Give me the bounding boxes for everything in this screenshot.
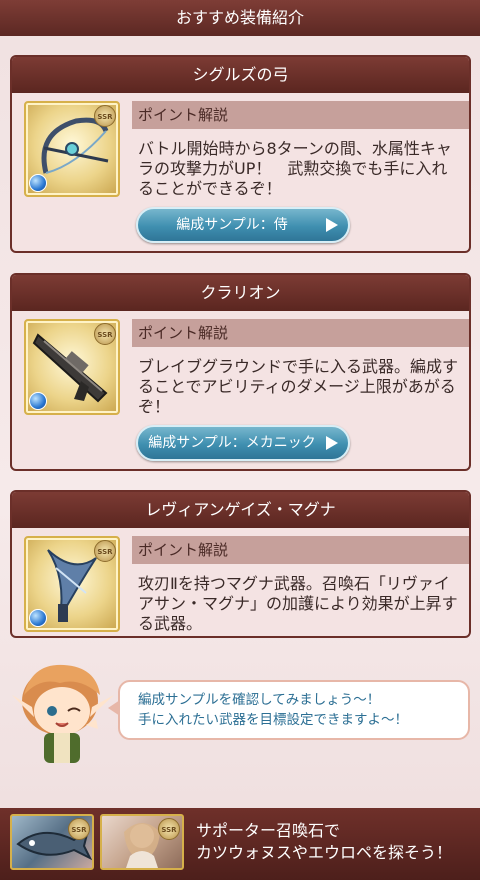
weapon-card-clarion: クラリオン SSR ポイント解説 ブレイブグラウンドで手に入る武器。編成すること… [10,273,471,471]
speech-line-1: 編成サンプルを確認してみましょう～！ [138,692,381,708]
weapon-card-leviathan-gaze: レヴィアンゲイズ・マグナ SSR ポイント解説 攻刃Ⅱを持つマグナ武器。召喚石「… [10,490,471,638]
summon-banner-line-1: サポーター召喚石で [196,821,341,840]
sample-button-label: 編成サンプル：侍 [176,217,288,233]
weapon-description: ブレイブグラウンドで手に入る武器。編成することでアビリティのダメージ上限があがる… [138,357,459,416]
weapon-description: バトル開始時から8ターンの間、水属性キャラの攻撃力がUP！ 武勲交換でも手に入れ… [138,139,452,198]
summon-banner-text: サポーター召喚石で カツウォヌスやエウロペを探そう！ [196,820,472,864]
summon-banner[interactable]: SSR SSR サポーター召喚石で カツウォヌスやエウロペを探そう！ [0,808,480,880]
sample-button-mechanic[interactable]: 編成サンプル：メカニック [136,425,350,461]
weapon-thumbnail-blade[interactable]: SSR [24,536,120,632]
point-header: ポイント解説 [132,319,469,347]
ssr-badge: SSR [94,105,116,127]
play-arrow-icon [326,436,338,450]
weapon-description: 攻刃Ⅱを持つマグナ武器。召喚石「リヴァイアサン・マグナ」の加護により効果が上昇す… [138,574,458,633]
weapon-thumbnail-gun[interactable]: SSR [24,319,120,415]
point-header: ポイント解説 [132,101,469,129]
guide-character-avatar [12,664,114,763]
ssr-badge: SSR [94,323,116,345]
sample-button-label: 編成サンプル：メカニック [148,435,316,451]
play-arrow-icon [326,218,338,232]
weapon-title: レヴィアンゲイズ・マグナ [12,492,469,528]
guide-character-area: 編成サンプルを確認してみましょう～！ 手に入れたい武器を目標設定できますよ～！ [10,655,470,770]
page-header: おすすめ装備紹介 [0,0,480,36]
water-element-icon [29,609,47,627]
ssr-badge: SSR [68,818,90,840]
water-element-icon [29,392,47,410]
summon-thumbnail-europa[interactable]: SSR [100,814,184,870]
summon-banner-line-2: カツウォヌスやエウロペを探そう！ [196,843,453,862]
water-element-icon [29,174,47,192]
weapon-card-sigurd-bow: シグルズの弓 SSR ポイント解説 バトル開始時から8ターンの間、水属性キャラの… [10,55,471,253]
weapon-thumbnail-bow[interactable]: SSR [24,101,120,197]
speech-bubble: 編成サンプルを確認してみましょう～！ 手に入れたい武器を目標設定できますよ～！ [118,680,470,740]
point-header: ポイント解説 [132,536,469,564]
ssr-badge: SSR [158,818,180,840]
ssr-badge: SSR [94,540,116,562]
weapon-title: クラリオン [12,275,469,311]
sample-button-samurai[interactable]: 編成サンプル：侍 [136,207,350,243]
weapon-title: シグルズの弓 [12,57,469,93]
speech-line-2: 手に入れたい武器を目標設定できますよ～！ [138,712,408,728]
summon-thumbnail-katsuwonus[interactable]: SSR [10,814,94,870]
page-title: おすすめ装備紹介 [175,8,304,27]
